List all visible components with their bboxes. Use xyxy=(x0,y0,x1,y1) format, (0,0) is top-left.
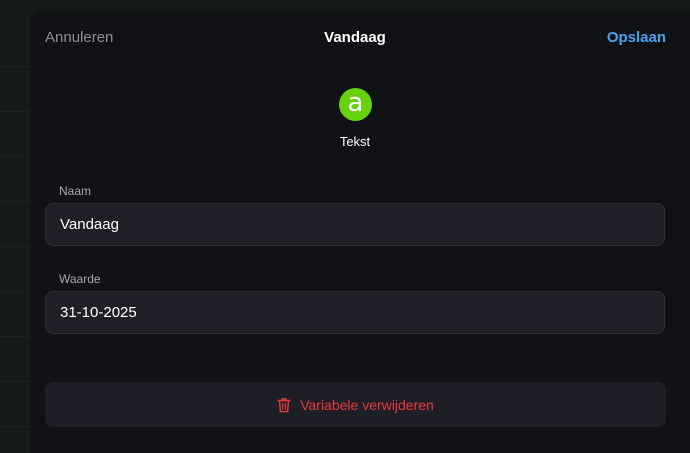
save-button[interactable]: Opslaan xyxy=(607,29,666,46)
text-type-icon[interactable]: a xyxy=(339,88,372,121)
value-field-label: Waarde xyxy=(59,272,101,286)
delete-variable-button[interactable]: Variabele verwijderen xyxy=(45,382,666,427)
value-field[interactable]: 31-10-2025 xyxy=(45,291,665,334)
sheet-header: Annuleren Vandaag Opslaan xyxy=(30,12,690,66)
delete-variable-label: Variabele verwijderen xyxy=(300,396,434,413)
name-field[interactable]: Vandaag xyxy=(45,203,665,246)
sheet-title: Vandaag xyxy=(324,29,386,46)
background-edge xyxy=(0,0,30,453)
type-label: Tekst xyxy=(339,134,371,149)
edit-variable-sheet: Annuleren Vandaag Opslaan a Tekst Naam V… xyxy=(30,12,690,453)
trash-icon xyxy=(277,397,291,412)
name-field-label: Naam xyxy=(59,184,92,198)
